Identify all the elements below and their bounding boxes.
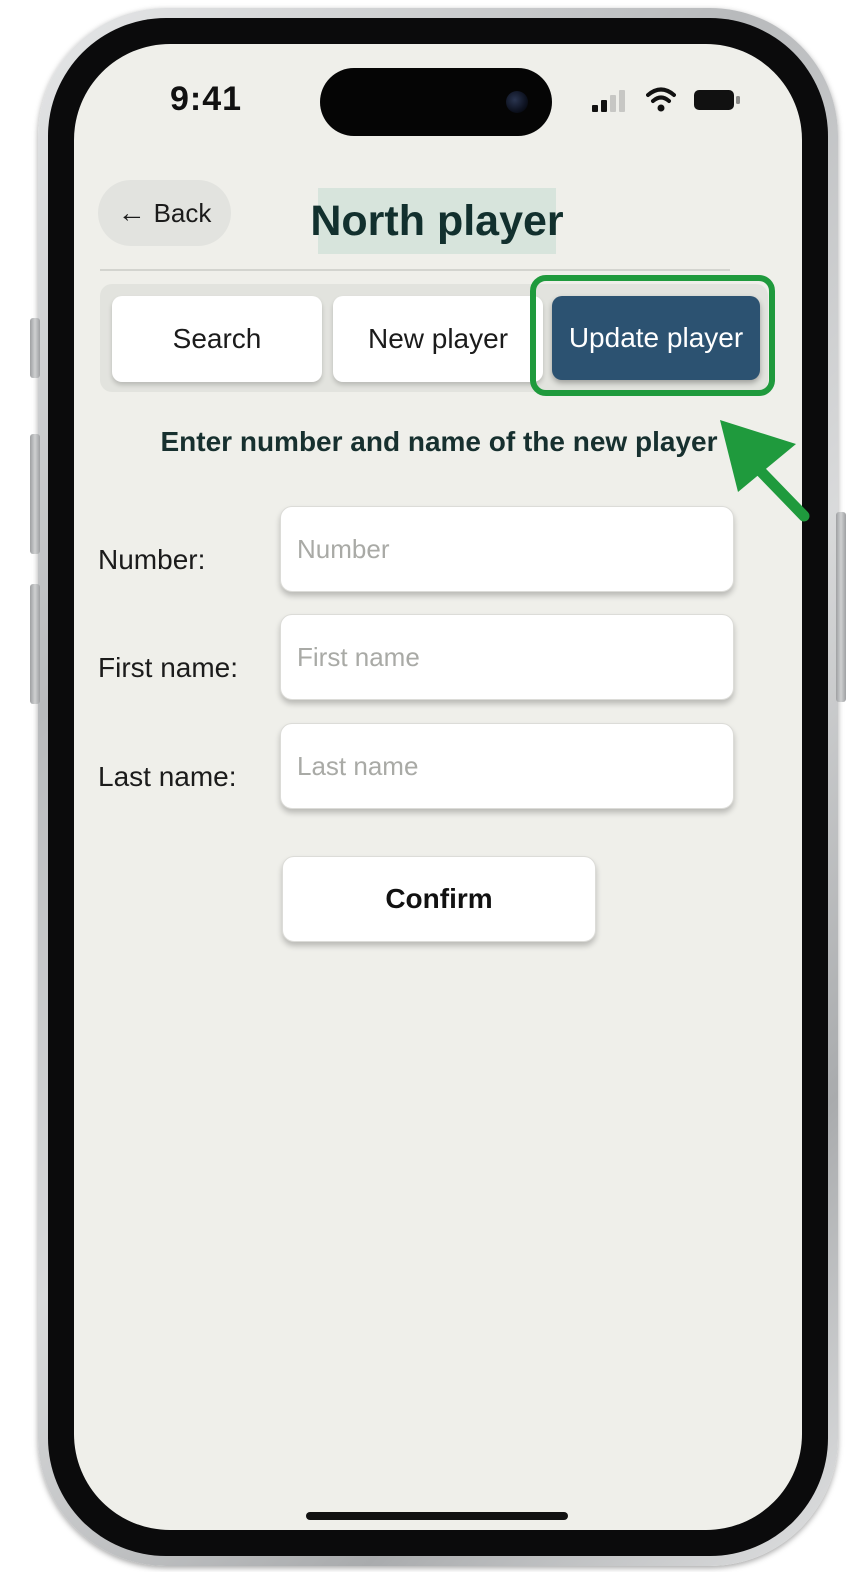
last-name-input[interactable] xyxy=(280,723,734,809)
form-instruction: Enter number and name of the new player xyxy=(160,426,718,457)
dynamic-island xyxy=(320,68,552,136)
last-name-label: Last name: xyxy=(98,761,237,792)
camera-icon xyxy=(506,91,528,113)
first-name-input[interactable] xyxy=(280,614,734,700)
tab-search[interactable]: Search xyxy=(112,296,322,382)
volume-down-button xyxy=(30,584,40,704)
volume-up-button xyxy=(30,434,40,554)
status-time: 9:41 xyxy=(170,80,243,118)
battery-icon xyxy=(694,90,740,110)
tab-new-player[interactable]: New player xyxy=(333,296,543,382)
home-indicator xyxy=(306,1512,568,1520)
signal-icon xyxy=(592,90,625,112)
back-label: Back xyxy=(153,197,212,228)
confirm-button[interactable]: Confirm xyxy=(282,856,596,942)
status-icons xyxy=(592,84,742,116)
wifi-icon xyxy=(646,87,676,112)
number-input[interactable] xyxy=(280,506,734,592)
action-button xyxy=(30,318,40,378)
arrow-left-icon: ← xyxy=(117,197,146,228)
number-label: Number: xyxy=(98,544,206,575)
power-button xyxy=(836,512,846,702)
tab-update-player[interactable]: Update player xyxy=(552,296,760,380)
page-title: North player xyxy=(310,188,564,254)
first-name-label: First name: xyxy=(98,652,239,683)
header-divider xyxy=(100,269,730,271)
back-button[interactable]: ← Back xyxy=(98,180,231,246)
